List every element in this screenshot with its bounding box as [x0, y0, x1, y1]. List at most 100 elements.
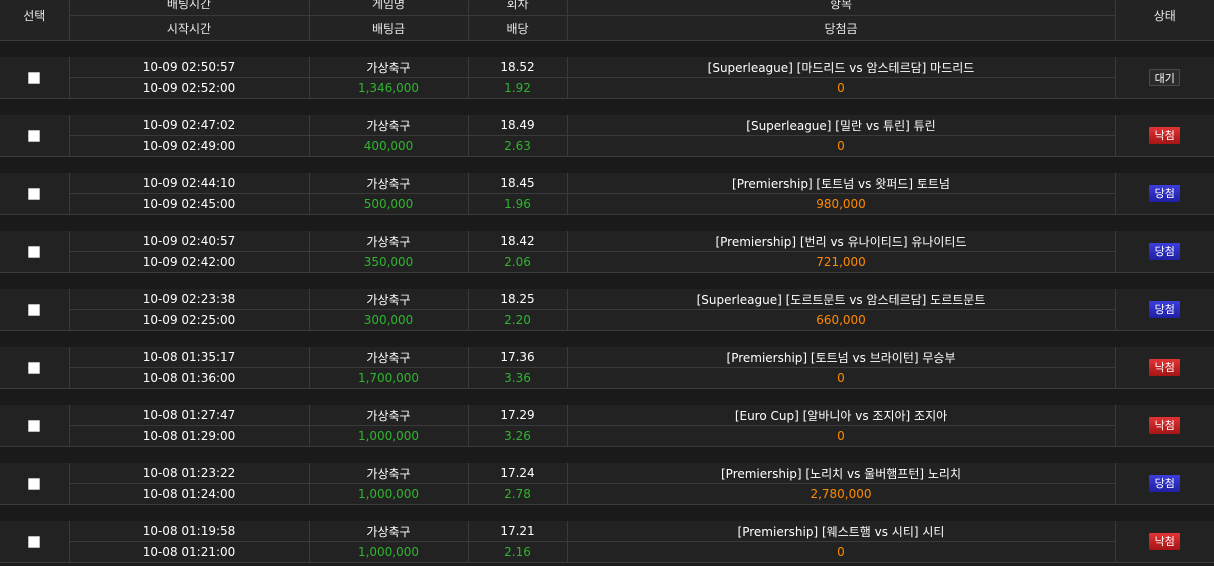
- start-time-cell: 10-09 02:25:00: [69, 309, 310, 331]
- header-odds: 배당: [468, 15, 568, 41]
- game-name-cell: 가상축구: [309, 115, 469, 136]
- start-time-cell: 10-08 01:29:00: [69, 425, 310, 447]
- header-select: 선택: [0, 0, 70, 41]
- table-row: 10-09 02:47:02 가상축구 18.49 [Superleague] [밀란…: [0, 115, 1214, 157]
- status-badge: 당첨: [1149, 301, 1181, 318]
- round-cell: 17.24: [468, 463, 568, 484]
- select-checkbox[interactable]: [28, 536, 41, 548]
- win-amount-cell: 0: [567, 77, 1116, 99]
- round-cell: 18.49: [468, 115, 568, 136]
- bet-time-cell: 10-08 01:23:22: [69, 463, 310, 484]
- round-cell: 17.29: [468, 405, 568, 426]
- select-cell: [0, 347, 70, 389]
- status-cell: 당첨: [1115, 231, 1214, 273]
- status-cell: 낙첨: [1115, 405, 1214, 447]
- game-name-cell: 가상축구: [309, 289, 469, 310]
- status-badge: 낙첨: [1149, 417, 1181, 434]
- round-cell: 18.45: [468, 173, 568, 194]
- select-cell: [0, 57, 70, 99]
- round-cell: 17.36: [468, 347, 568, 368]
- item-cell: [Euro Cup] [알바니아 vs 조지아] 조지아: [567, 405, 1116, 426]
- odds-cell: 3.36: [468, 367, 568, 389]
- item-cell: [Premiership] [노리치 vs 울버햄프턴] 노리치: [567, 463, 1116, 484]
- start-time-cell: 10-08 01:36:00: [69, 367, 310, 389]
- select-checkbox[interactable]: [28, 72, 41, 84]
- table-header: 선택 배팅시간 게임명 회차 항목 상태 시작시간 배팅금 배당 당첨금: [0, 0, 1214, 41]
- start-time-cell: 10-09 02:45:00: [69, 193, 310, 215]
- odds-cell: 2.63: [468, 135, 568, 157]
- bet-time-cell: 10-09 02:44:10: [69, 173, 310, 194]
- row-spacer: [0, 504, 1214, 521]
- item-cell: [Premiership] [토트넘 vs 브라이턴] 무승부: [567, 347, 1116, 368]
- select-checkbox[interactable]: [28, 304, 41, 316]
- table-row: 10-09 02:40:57 가상축구 18.42 [Premiership] [번리…: [0, 231, 1214, 273]
- bet-amount-cell: 1,346,000: [309, 77, 469, 99]
- start-time-cell: 10-09 02:49:00: [69, 135, 310, 157]
- bet-amount-cell: 1,700,000: [309, 367, 469, 389]
- select-checkbox[interactable]: [28, 246, 41, 258]
- row-spacer: [0, 98, 1214, 115]
- start-time-cell: 10-08 01:21:00: [69, 541, 310, 563]
- win-amount-cell: 660,000: [567, 309, 1116, 331]
- header-status: 상태: [1115, 0, 1214, 41]
- row-spacer: [0, 330, 1214, 347]
- bet-amount-cell: 1,000,000: [309, 483, 469, 505]
- table-row: 10-09 02:23:38 가상축구 18.25 [Superleague] [도르…: [0, 289, 1214, 331]
- row-spacer: [0, 446, 1214, 463]
- table-row: 10-08 01:23:22 가상축구 17.24 [Premiership] [노리…: [0, 463, 1214, 505]
- header-bet-amount: 배팅금: [309, 15, 469, 41]
- select-cell: [0, 173, 70, 215]
- win-amount-cell: 0: [567, 425, 1116, 447]
- table-row: 10-09 02:44:10 가상축구 18.45 [Premiership] [토트…: [0, 173, 1214, 215]
- select-checkbox[interactable]: [28, 130, 41, 142]
- win-amount-cell: 721,000: [567, 251, 1116, 273]
- header-round: 회차: [468, 0, 568, 16]
- round-cell: 18.25: [468, 289, 568, 310]
- table-row-detail: 10-08 01:21:00 1,000,000 2.16 0: [0, 541, 1214, 563]
- status-badge: 낙첨: [1149, 533, 1181, 550]
- row-spacer: [0, 214, 1214, 231]
- bet-time-cell: 10-09 02:23:38: [69, 289, 310, 310]
- select-cell: [0, 405, 70, 447]
- table-row-detail: 10-09 02:45:00 500,000 1.96 980,000: [0, 193, 1214, 215]
- round-cell: 18.52: [468, 57, 568, 78]
- odds-cell: 1.96: [468, 193, 568, 215]
- bet-time-cell: 10-08 01:19:58: [69, 521, 310, 542]
- table-row-detail: 10-09 02:49:00 400,000 2.63 0: [0, 135, 1214, 157]
- table-body: 10-09 02:50:57 가상축구 18.52 [Superleague] [마드…: [0, 40, 1214, 563]
- start-time-cell: 10-08 01:24:00: [69, 483, 310, 505]
- status-badge: 낙첨: [1149, 127, 1181, 144]
- bet-time-cell: 10-08 01:27:47: [69, 405, 310, 426]
- row-spacer: [0, 40, 1214, 57]
- table-row-detail: 10-09 02:25:00 300,000 2.20 660,000: [0, 309, 1214, 331]
- table-row: 10-08 01:19:58 가상축구 17.21 [Premiership] [웨스…: [0, 521, 1214, 563]
- status-cell: 당첨: [1115, 463, 1214, 505]
- status-cell: 당첨: [1115, 173, 1214, 215]
- table-row: 10-09 02:50:57 가상축구 18.52 [Superleague] [마드…: [0, 57, 1214, 99]
- bet-history-panel: 선택 배팅시간 게임명 회차 항목 상태 시작시간 배팅금 배당 당첨금 10-…: [0, 0, 1214, 566]
- game-name-cell: 가상축구: [309, 463, 469, 484]
- game-name-cell: 가상축구: [309, 405, 469, 426]
- select-checkbox[interactable]: [28, 420, 41, 432]
- header-game-name: 게임명: [309, 0, 469, 16]
- game-name-cell: 가상축구: [309, 347, 469, 368]
- status-cell: 대기: [1115, 57, 1214, 99]
- status-badge: 대기: [1149, 69, 1181, 86]
- round-cell: 17.21: [468, 521, 568, 542]
- select-checkbox[interactable]: [28, 188, 41, 200]
- odds-cell: 2.16: [468, 541, 568, 563]
- select-checkbox[interactable]: [28, 362, 41, 374]
- select-cell: [0, 289, 70, 331]
- item-cell: [Superleague] [밀란 vs 튜린] 튜린: [567, 115, 1116, 136]
- odds-cell: 3.26: [468, 425, 568, 447]
- win-amount-cell: 980,000: [567, 193, 1116, 215]
- table-row-detail: 10-09 02:52:00 1,346,000 1.92 0: [0, 77, 1214, 99]
- select-checkbox[interactable]: [28, 478, 41, 490]
- row-spacer: [0, 156, 1214, 173]
- bet-amount-cell: 300,000: [309, 309, 469, 331]
- odds-cell: 1.92: [468, 77, 568, 99]
- odds-cell: 2.20: [468, 309, 568, 331]
- select-cell: [0, 521, 70, 563]
- game-name-cell: 가상축구: [309, 521, 469, 542]
- game-name-cell: 가상축구: [309, 231, 469, 252]
